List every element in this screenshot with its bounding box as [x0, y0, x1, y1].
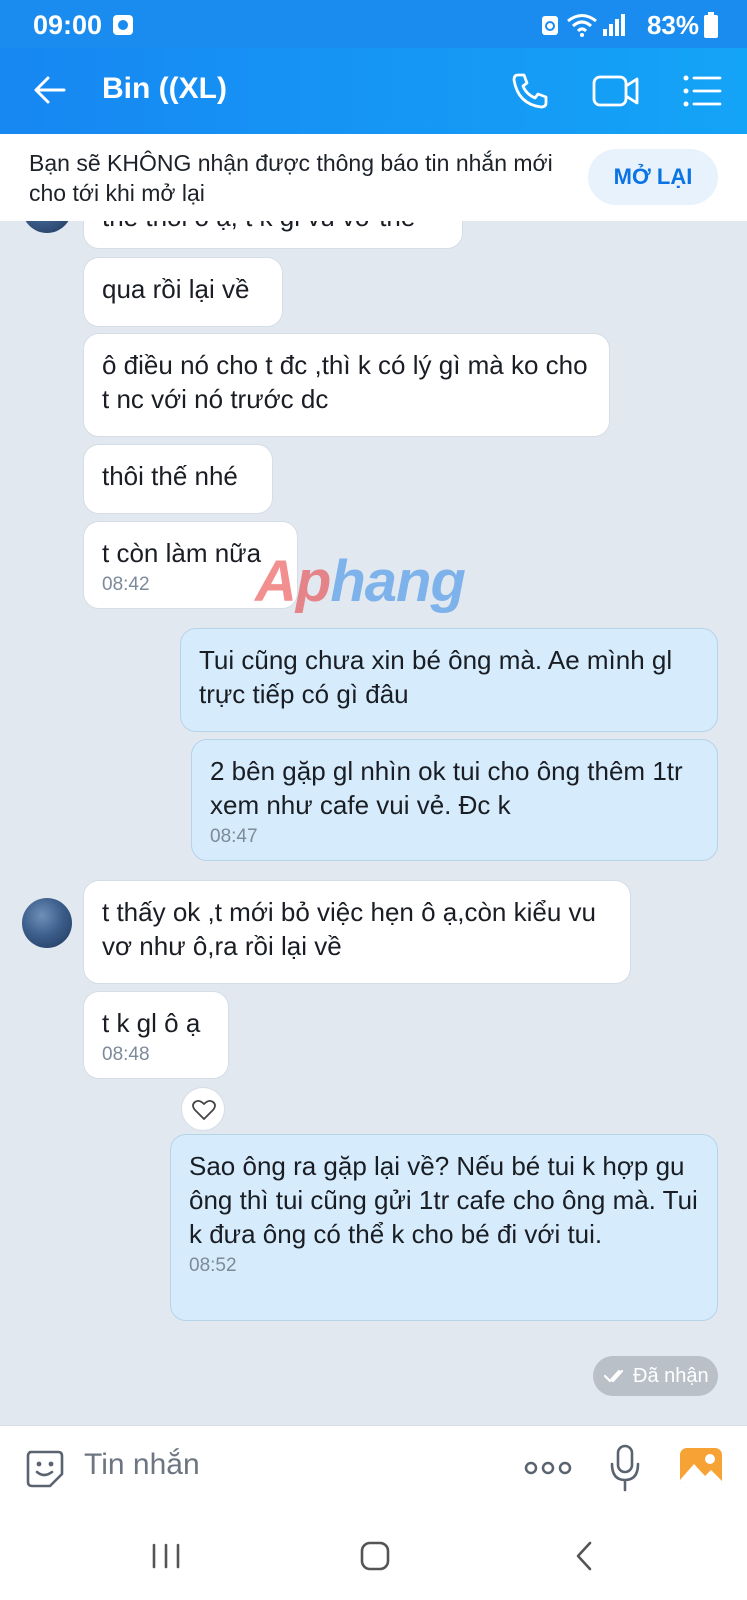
message-bubble-incoming[interactable]: qua rồi lại về — [83, 257, 283, 327]
message-bubble-incoming[interactable]: thôi thế nhé — [83, 444, 273, 514]
message-bubble-outgoing[interactable]: 2 bên gặp gl nhìn ok tui cho ông thêm 1t… — [191, 739, 718, 861]
message-timestamp: 08:48 — [102, 1044, 150, 1065]
received-status-text: Đã nhận — [633, 1365, 709, 1387]
message-bubble-incoming[interactable]: t k gl ô ạ 08:48 — [83, 991, 229, 1079]
video-camera-icon[interactable] — [592, 72, 640, 110]
back-chevron-icon[interactable] — [574, 1540, 594, 1572]
chat-title[interactable]: Bin ((XL) — [102, 72, 227, 106]
chat-header: Bin ((XL) — [0, 48, 747, 134]
message-bubble-outgoing[interactable]: Tui cũng chưa xin bé ông mà. Ae mình gl … — [180, 628, 718, 732]
avatar[interactable] — [22, 898, 72, 948]
double-check-icon — [604, 1369, 624, 1383]
home-icon[interactable] — [359, 1540, 391, 1572]
back-arrow-icon[interactable] — [32, 72, 68, 108]
app-notification-icon — [113, 15, 133, 35]
sync-icon — [542, 16, 558, 35]
message-bubble-outgoing[interactable]: Sao ông ra gặp lại về? Nếu bé tui k hợp … — [170, 1134, 718, 1321]
watermark-part-1: Ap — [255, 549, 331, 614]
system-navigation-bar — [0, 1511, 747, 1600]
message-text: t k gl ô ạ — [102, 1008, 201, 1038]
message-text: 2 bên gặp gl nhìn ok tui cho ông thêm 1t… — [210, 756, 683, 820]
message-list[interactable]: thế thôi ô ạ, t k gl vu vơ thế qua rồi l… — [0, 221, 747, 1425]
message-text: qua rồi lại về — [102, 274, 250, 304]
message-bubble-incoming[interactable]: thế thôi ô ạ, t k gl vu vơ thế — [83, 221, 463, 249]
message-text: ô điều nó cho t đc ,thì k có lý gì mà ko… — [102, 350, 588, 414]
sticker-face-icon[interactable] — [24, 1448, 66, 1490]
message-timestamp: 08:47 — [210, 826, 258, 847]
battery-icon — [704, 12, 718, 38]
recents-icon[interactable] — [150, 1543, 182, 1569]
message-timestamp: 08:42 — [102, 574, 150, 595]
status-bar: 09:00 83% — [0, 0, 747, 48]
wifi-icon — [567, 14, 597, 37]
reaction-button[interactable] — [181, 1087, 225, 1131]
watermark-part-2: hang — [330, 549, 466, 614]
message-text: thế thôi ô ạ, t k gl vu vơ thế — [102, 221, 415, 232]
heart-icon — [192, 1099, 216, 1120]
message-bubble-incoming[interactable]: t thấy ok ,t mới bỏ việc hẹn ô ạ,còn kiể… — [83, 880, 631, 984]
message-timestamp: 08:52 — [189, 1255, 237, 1276]
battery-percent: 83% — [646, 10, 699, 40]
notification-muted-banner: Bạn sẽ KHÔNG nhận được thông báo tin nhắ… — [0, 134, 747, 221]
status-time: 09:00 — [33, 10, 103, 40]
message-text: thôi thế nhé — [102, 461, 238, 491]
message-bubble-incoming[interactable]: ô điều nó cho t đc ,thì k có lý gì mà ko… — [83, 333, 610, 437]
phone-icon[interactable] — [510, 71, 550, 111]
message-text: Tui cũng chưa xin bé ông mà. Ae mình gl … — [199, 645, 673, 709]
more-dots-icon[interactable] — [524, 1460, 572, 1476]
message-text: Sao ông ra gặp lại về? Nếu bé tui k hợp … — [189, 1151, 698, 1249]
message-input[interactable]: Tin nhắn — [84, 1448, 200, 1482]
watermark-logo: Aphang — [255, 548, 466, 615]
received-status-badge: Đã nhận — [593, 1356, 718, 1396]
message-text: t còn làm nữa — [102, 538, 262, 568]
signal-icon — [603, 14, 625, 36]
message-text: t thấy ok ,t mới bỏ việc hẹn ô ạ,còn kiể… — [102, 897, 596, 961]
reopen-button[interactable]: MỞ LẠI — [588, 149, 718, 205]
microphone-icon[interactable] — [609, 1444, 641, 1492]
avatar[interactable] — [22, 221, 72, 233]
list-menu-icon[interactable] — [682, 74, 722, 108]
image-gallery-icon[interactable] — [678, 1446, 724, 1490]
muted-notice-text: Bạn sẽ KHÔNG nhận được thông báo tin nhắ… — [29, 150, 553, 206]
message-composer: Tin nhắn — [0, 1425, 747, 1511]
